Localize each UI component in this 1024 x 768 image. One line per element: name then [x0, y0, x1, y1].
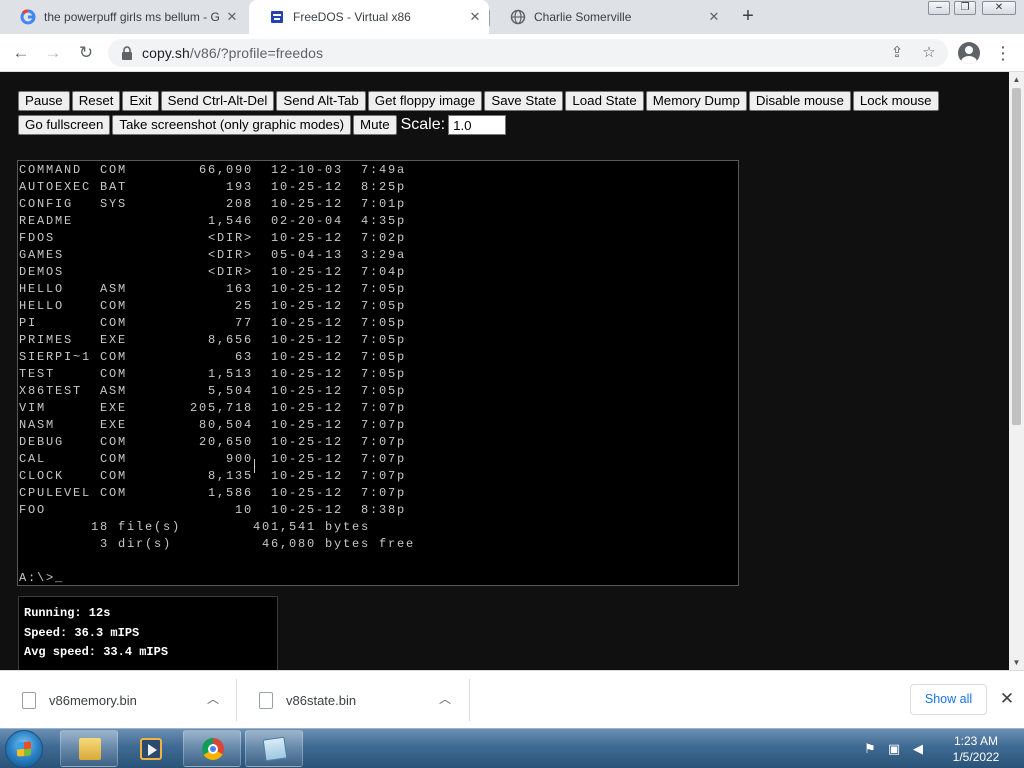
- taskbar-media-player-button[interactable]: [121, 730, 179, 767]
- v86-icon: [269, 9, 285, 25]
- emulator-stats: Running: 12s Speed: 36.3 mIPS Avg speed:…: [18, 596, 278, 670]
- tab-strip: the powerpuff girls ms bellum - G ✕ Free…: [0, 0, 1024, 34]
- scroll-down-icon[interactable]: ▼: [1009, 655, 1024, 670]
- emulator-controls: Pause Reset Exit Send Ctrl-Alt-Del Send Alt-…: [18, 91, 998, 139]
- exit-button[interactable]: Exit: [122, 91, 159, 111]
- tab-charlie-somerville[interactable]: Charlie Somerville ✕: [490, 0, 728, 34]
- pause-button[interactable]: Pause: [18, 91, 70, 111]
- notepad-icon: [262, 736, 288, 762]
- browser-toolbar: ← → ↻ copy.sh/v86/?profile=freedos ⇪ ☆ ⋮: [0, 34, 1024, 72]
- taskbar-notepad-button[interactable]: [245, 730, 303, 767]
- emulator-screen[interactable]: COMMAND COM 66,090 12-10-03 7:49a AUTOEX…: [17, 160, 739, 586]
- lock-icon: [122, 46, 132, 60]
- close-window-button[interactable]: ✕: [982, 1, 1016, 15]
- browser-menu-icon[interactable]: ⋮: [994, 42, 1012, 64]
- load-state-button[interactable]: Load State: [565, 91, 644, 111]
- go-fullscreen-button[interactable]: Go fullscreen: [18, 115, 111, 135]
- scroll-up-icon[interactable]: ▲: [1009, 72, 1024, 87]
- save-state-button[interactable]: Save State: [484, 91, 564, 111]
- tab-title: Charlie Somerville: [534, 10, 632, 24]
- chevron-up-icon[interactable]: ︿: [437, 691, 453, 707]
- share-icon[interactable]: ⇪: [888, 44, 906, 62]
- running-time: Running: 12s: [24, 606, 111, 620]
- page-content: Pause Reset Exit Send Ctrl-Alt-Del Send Alt-…: [0, 72, 1009, 670]
- memory-dump-button[interactable]: Memory Dump: [645, 91, 747, 111]
- media-player-icon: [140, 738, 162, 760]
- send-ctrl-alt-del-button[interactable]: Send Ctrl-Alt-Del: [160, 91, 275, 111]
- volume-icon[interactable]: ◀: [910, 741, 926, 757]
- taskbar-explorer-button[interactable]: [60, 730, 118, 767]
- address-bar[interactable]: copy.sh/v86/?profile=freedos ⇪ ☆: [108, 39, 948, 67]
- chevron-up-icon[interactable]: ︿: [205, 691, 221, 707]
- send-alt-tab-button[interactable]: Send Alt-Tab: [276, 91, 366, 111]
- tab-google-search[interactable]: the powerpuff girls ms bellum - G ✕: [0, 0, 246, 34]
- bookmark-star-icon[interactable]: ☆: [920, 44, 938, 62]
- close-icon[interactable]: ✕: [706, 9, 722, 25]
- tab-freedos[interactable]: FreeDOS - Virtual x86 ✕: [249, 0, 489, 34]
- avg-speed-readout: Avg speed: 33.4 mIPS: [24, 645, 169, 659]
- new-tab-button[interactable]: +: [736, 6, 760, 28]
- reload-icon[interactable]: ↻: [75, 42, 97, 64]
- tab-title: FreeDOS - Virtual x86: [293, 10, 411, 24]
- windows-explorer-icon: [79, 738, 101, 760]
- download-item[interactable]: v86memory.bin ︿: [0, 671, 236, 729]
- scale-input[interactable]: [448, 115, 507, 135]
- system-tray: ⚑ ▣ ◀: [862, 739, 934, 759]
- close-icon[interactable]: ✕: [467, 9, 483, 25]
- scroll-thumb[interactable]: [1012, 88, 1021, 425]
- taskbar-clock[interactable]: 1:23 AM 1/5/2022: [936, 733, 1016, 765]
- page-scrollbar[interactable]: ▲ ▼: [1009, 72, 1024, 670]
- download-filename: v86memory.bin: [49, 692, 137, 708]
- url-text: copy.sh/v86/?profile=freedos: [142, 45, 323, 61]
- close-icon[interactable]: ✕: [224, 9, 240, 25]
- scale-label: Scale:: [400, 116, 446, 133]
- maximize-window-button[interactable]: ❐: [954, 1, 976, 15]
- network-icon[interactable]: ▣: [886, 741, 902, 757]
- clock-time: 1:23 AM: [953, 734, 999, 748]
- file-icon: [259, 691, 273, 709]
- terminal-output: COMMAND COM 66,090 12-10-03 7:49a AUTOEX…: [19, 163, 416, 585]
- download-filename: v86state.bin: [286, 692, 357, 708]
- profile-avatar-icon[interactable]: [958, 42, 980, 64]
- url-path: /v86/?profile=freedos: [189, 45, 324, 61]
- show-all-button[interactable]: Show all: [910, 684, 987, 715]
- google-icon: [20, 9, 36, 25]
- download-item[interactable]: v86state.bin ︿: [237, 671, 469, 729]
- chrome-icon: [202, 738, 224, 760]
- action-center-flag-icon[interactable]: ⚑: [862, 741, 878, 757]
- taskbar-chrome-button[interactable]: [183, 730, 241, 767]
- text-cursor-icon: [254, 459, 260, 473]
- speed-readout: Speed: 36.3 mIPS: [24, 625, 140, 640]
- forward-arrow-icon[interactable]: →: [42, 42, 64, 64]
- take-screenshot-button[interactable]: Take screenshot (only graphic modes): [112, 115, 352, 135]
- disable-mouse-button[interactable]: Disable mouse: [748, 91, 851, 111]
- tab-title: the powerpuff girls ms bellum - G: [44, 10, 219, 24]
- download-separator: [469, 679, 470, 721]
- reset-button[interactable]: Reset: [71, 91, 121, 111]
- close-icon[interactable]: ✕: [997, 689, 1017, 709]
- get-floppy-image-button[interactable]: Get floppy image: [367, 91, 483, 111]
- url-host: copy.sh: [142, 45, 190, 61]
- minimize-window-button[interactable]: –: [928, 1, 950, 15]
- back-arrow-icon[interactable]: ←: [10, 42, 32, 64]
- mute-button[interactable]: Mute: [353, 115, 397, 135]
- taskbar: ⚑ ▣ ◀ 1:23 AM 1/5/2022: [0, 728, 1024, 768]
- lock-mouse-button[interactable]: Lock mouse: [852, 91, 939, 111]
- clock-date: 1/5/2022: [952, 750, 1000, 764]
- download-shelf: v86memory.bin ︿ v86state.bin ︿ Show all …: [0, 670, 1024, 728]
- start-button[interactable]: [5, 730, 43, 768]
- file-icon: [22, 691, 36, 709]
- globe-icon: [510, 9, 526, 25]
